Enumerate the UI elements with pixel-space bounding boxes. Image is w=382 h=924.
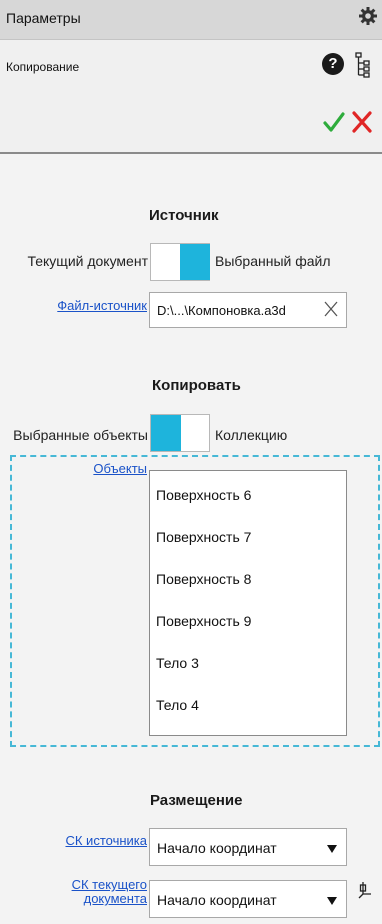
source-cs-select[interactable]: Начало координат [149,828,347,866]
command-section: Копирование ? [0,40,382,154]
source-toggle[interactable] [150,243,210,281]
objects-list[interactable]: Поверхность 6 Поверхность 7 Поверхность … [149,470,347,736]
current-doc-cs-link-line1: СК текущего [71,877,147,892]
source-section-title: Источник [149,207,219,224]
current-doc-cs-value: Начало координат [157,892,277,908]
dropdown-arrow-icon [327,894,337,905]
current-doc-cs-link-line2: документа [83,891,147,906]
list-item[interactable]: Поверхность 9 [156,613,251,629]
list-item[interactable]: Поверхность 8 [156,571,251,587]
source-file-field[interactable]: D:\...\Компоновка.a3d [149,292,347,328]
pick-point-icon[interactable] [355,880,375,902]
selected-objects-label: Выбранные объекты [13,427,148,443]
source-cs-value: Начало координат [157,840,277,856]
cancel-x-icon[interactable] [350,110,374,134]
ok-checkmark-icon[interactable] [322,110,346,134]
list-item[interactable]: Поверхность 6 [156,487,251,503]
selected-file-label: Выбранный файл [215,253,331,269]
copy-mode-toggle[interactable] [150,414,210,452]
current-doc-cs-select[interactable]: Начало координат [149,880,347,918]
source-file-value: D:\...\Компоновка.a3d [157,303,286,318]
list-item[interactable]: Поверхность 7 [156,529,251,545]
current-document-label: Текущий документ [27,253,148,269]
placement-section-title: Размещение [150,792,243,809]
objects-link[interactable]: Объекты [93,462,147,476]
gear-icon[interactable] [358,6,378,26]
source-file-link[interactable]: Файл-источник [57,299,147,313]
panel-header: Параметры [0,0,382,40]
copy-section-title: Копировать [152,377,241,394]
dropdown-arrow-icon [327,842,337,853]
list-item[interactable]: Тело 4 [156,697,199,713]
panel-title: Параметры [6,10,81,26]
source-toggle-knob [180,244,210,280]
copy-mode-toggle-knob [151,415,181,451]
clear-x-icon[interactable] [323,300,339,318]
collection-label: Коллекцию [215,427,288,443]
source-cs-link[interactable]: СК источника [65,834,147,848]
tree-structure-icon[interactable] [353,51,373,79]
command-name: Копирование [6,60,80,74]
help-icon[interactable]: ? [322,53,344,75]
list-item[interactable]: Тело 3 [156,655,199,671]
current-doc-cs-link[interactable]: СК текущего документа [72,878,147,906]
